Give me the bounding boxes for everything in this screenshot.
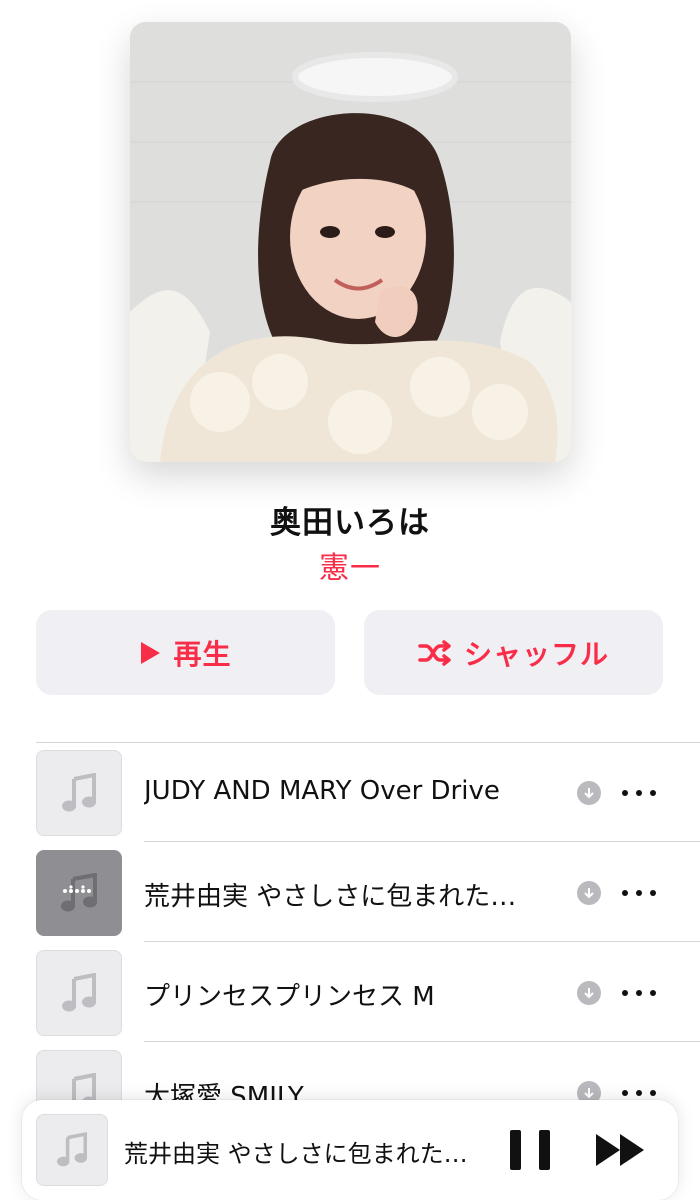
music-note-icon bbox=[62, 973, 96, 1012]
more-options-button[interactable] bbox=[622, 978, 656, 1008]
track-artwork-now-playing bbox=[36, 850, 122, 936]
track-row[interactable]: 荒井由実 やさしさに包まれた… bbox=[0, 842, 700, 942]
more-icon bbox=[622, 890, 628, 896]
shuffle-button-label: シャッフル bbox=[463, 637, 609, 671]
mini-player-artwork bbox=[36, 1114, 108, 1186]
play-button[interactable]: 再生 bbox=[36, 610, 335, 695]
music-note-icon bbox=[57, 1132, 87, 1167]
track-title: 荒井由実 やさしさに包まれた… bbox=[144, 882, 517, 912]
more-options-button[interactable] bbox=[622, 878, 656, 908]
mini-player[interactable]: 荒井由実 やさしさに包まれた… bbox=[22, 1100, 678, 1200]
playlist-artwork[interactable] bbox=[130, 22, 571, 462]
play-button-label: 再生 bbox=[173, 637, 232, 671]
more-icon bbox=[622, 990, 628, 996]
download-icon[interactable] bbox=[577, 881, 601, 905]
more-options-button[interactable] bbox=[622, 778, 656, 808]
now-playing-title: 荒井由実 やさしさに包まれた… bbox=[124, 1140, 468, 1168]
artwork-photo bbox=[130, 22, 571, 462]
forward-icon[interactable] bbox=[594, 1132, 648, 1168]
track-artwork bbox=[36, 950, 122, 1036]
playlist-title: 奥田いろは bbox=[270, 505, 430, 541]
track-row[interactable]: JUDY AND MARY Over Drive bbox=[0, 742, 700, 842]
curator-link[interactable]: 憲一 bbox=[0, 543, 700, 587]
more-icon bbox=[622, 1090, 628, 1096]
pause-button[interactable] bbox=[510, 1128, 550, 1172]
shuffle-button[interactable]: シャッフル bbox=[364, 610, 663, 695]
play-icon bbox=[141, 641, 161, 664]
track-row[interactable]: プリンセスプリンセス M bbox=[0, 942, 700, 1042]
track-artwork bbox=[36, 750, 122, 836]
track-title: プリンセスプリンセス M bbox=[144, 982, 435, 1012]
download-icon[interactable] bbox=[577, 981, 601, 1005]
now-playing-icon bbox=[61, 873, 97, 912]
playlist-page: 奥田いろは 憲一 再生 シャッフル JUDY AND MARY Over Dri… bbox=[0, 0, 700, 1200]
track-title: JUDY AND MARY Over Drive bbox=[144, 776, 500, 806]
more-icon bbox=[622, 790, 628, 796]
pause-icon bbox=[510, 1130, 521, 1170]
shuffle-icon bbox=[418, 639, 451, 666]
download-icon[interactable] bbox=[577, 781, 601, 805]
music-note-icon bbox=[62, 773, 96, 812]
